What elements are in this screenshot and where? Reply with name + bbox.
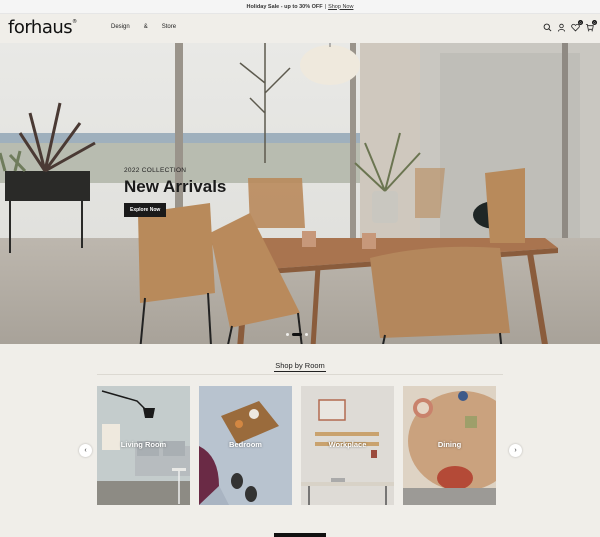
- hero-subtitle: 2022 COLLECTION: [124, 167, 187, 174]
- user-icon[interactable]: [557, 23, 566, 32]
- slide-dot-2[interactable]: [292, 333, 302, 336]
- room-card-dining[interactable]: Dining: [403, 386, 496, 505]
- title-underline: [274, 371, 326, 372]
- room-card-workplace[interactable]: Workplace: [301, 386, 394, 505]
- site-header: forhaus® Design & Store 0 0: [0, 14, 600, 43]
- slider-dots: [286, 333, 308, 336]
- header-icons: 0 0: [543, 20, 597, 32]
- shop-by-room-title: Shop by Room: [275, 361, 325, 370]
- slide-dot-3[interactable]: [305, 333, 308, 336]
- logo[interactable]: forhaus®: [8, 17, 77, 38]
- promo-text: Holiday Sale - up to 30% OFF: [246, 3, 323, 10]
- hero-title: New Arrivals: [124, 177, 227, 196]
- chevron-right-icon: ›: [514, 447, 517, 454]
- cart-count-badge: 0: [592, 20, 597, 25]
- nav-ampersand[interactable]: &: [144, 24, 148, 30]
- room-label: Living Room: [120, 440, 167, 449]
- cart-icon[interactable]: 0: [585, 20, 597, 32]
- explore-now-button[interactable]: Explore Now: [124, 203, 167, 217]
- hero-banner[interactable]: 2022 COLLECTION New Arrivals Explore Now: [0, 43, 600, 344]
- room-card-bedroom[interactable]: Bedroom: [199, 386, 292, 505]
- room-label: Dining: [437, 440, 462, 449]
- slide-dot-1[interactable]: [286, 333, 289, 336]
- wishlist-count-badge: 0: [578, 20, 583, 25]
- room-card-living-room[interactable]: Living Room: [97, 386, 190, 505]
- room-label: Bedroom: [229, 440, 262, 449]
- heart-icon[interactable]: 0: [571, 20, 583, 32]
- shop-now-link[interactable]: Shop Now: [328, 4, 353, 10]
- nav-design[interactable]: Design: [111, 24, 130, 30]
- hero-text: 2022 COLLECTION New Arrivals Explore Now: [124, 167, 226, 217]
- carousel-prev-button[interactable]: ‹: [79, 444, 92, 457]
- promo-bar: Holiday Sale - up to 30% OFF | Shop Now: [0, 0, 600, 14]
- room-label: Workplace: [328, 440, 367, 449]
- room-cards: Living Room Bedroom Workplace Dining: [97, 386, 496, 505]
- search-icon[interactable]: [543, 23, 552, 32]
- carousel-next-button[interactable]: ›: [509, 444, 522, 457]
- nav-store[interactable]: Store: [162, 24, 176, 30]
- section-divider: [97, 374, 503, 375]
- hero-image: [0, 43, 600, 344]
- promo-separator: |: [324, 3, 327, 10]
- chevron-left-icon: ‹: [84, 447, 87, 454]
- bottom-button-edge[interactable]: [274, 533, 326, 537]
- main-nav: Design & Store: [111, 24, 176, 30]
